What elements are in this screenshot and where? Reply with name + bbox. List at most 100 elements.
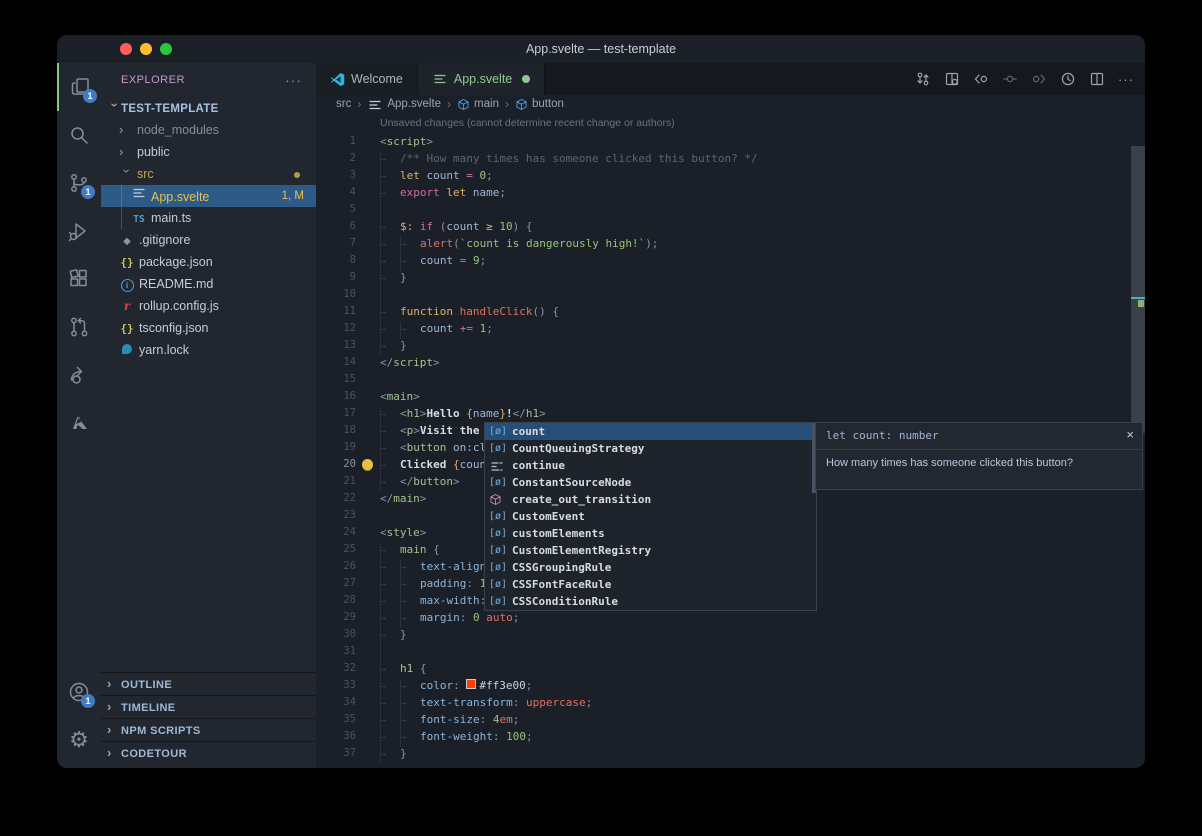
file-label: rollup.config.js xyxy=(139,299,219,313)
line-number: 11 xyxy=(316,303,356,320)
activity-item-run-debug[interactable] xyxy=(57,207,101,255)
breadcrumb-separator: › xyxy=(447,95,451,114)
line-number: 28 xyxy=(316,592,356,609)
line-number: 34 xyxy=(316,694,356,711)
code-line-7[interactable]: 7→→alert(`count is dangerously high!`); xyxy=(316,235,1145,252)
code-line-34[interactable]: 34→→text-transform: uppercase; xyxy=(316,694,1145,711)
tab-welcome[interactable]: Welcome xyxy=(316,63,418,95)
suggest-item-CustomEvent[interactable]: [ø]CustomEvent xyxy=(485,508,816,525)
tree-item-rollup-config-js[interactable]: rrollup.config.js xyxy=(101,295,316,317)
activity-item-search[interactable] xyxy=(57,111,101,159)
activity-item-extensions[interactable] xyxy=(57,255,101,303)
code-line-9[interactable]: 9→} xyxy=(316,269,1145,286)
code-line-4[interactable]: 4→export let name; xyxy=(316,184,1145,201)
section-codetour[interactable]: ›CODETOUR xyxy=(101,741,316,764)
section-outline[interactable]: ›OUTLINE xyxy=(101,672,316,695)
cube-icon xyxy=(515,98,528,111)
more-actions-button[interactable]: ··· xyxy=(1115,68,1137,90)
tree-item-app-svelte[interactable]: App.svelte1, M xyxy=(101,185,316,207)
tab-app-svelte[interactable]: App.svelte xyxy=(418,63,545,96)
split-editor-button[interactable] xyxy=(1086,68,1108,90)
activity-item-accounts[interactable]: 1 xyxy=(57,668,101,716)
tree-item-package-json[interactable]: {}package.json xyxy=(101,251,316,273)
tree-item-tsconfig-json[interactable]: {}tsconfig.json xyxy=(101,317,316,339)
previous-change-button[interactable] xyxy=(970,68,992,90)
activity-item-azure[interactable] xyxy=(57,399,101,447)
suggest-item-create_out_transition[interactable]: create_out_transition xyxy=(485,491,816,508)
suggest-item-CSSConditionRule[interactable]: [ø]CSSConditionRule xyxy=(485,593,816,610)
activity-item-github-pull-requests[interactable] xyxy=(57,303,101,351)
code-line-33[interactable]: 33→→color: #ff3e00; xyxy=(316,677,1145,694)
activity-item-source-control[interactable]: 1 xyxy=(57,159,101,207)
explorer-root-folder[interactable]: ›TEST-TEMPLATE xyxy=(101,97,316,119)
explorer-more-actions-button[interactable]: ··· xyxy=(285,63,302,97)
suggest-item-continue[interactable]: continue xyxy=(485,457,816,474)
compare-changes-button[interactable] xyxy=(912,68,934,90)
symbol-var-icon: [ø] xyxy=(489,542,507,559)
file-history-button[interactable] xyxy=(1057,68,1079,90)
activity-item-live-share[interactable] xyxy=(57,351,101,399)
tree-item-src[interactable]: ›src xyxy=(101,163,316,185)
file-label: main.ts xyxy=(151,211,191,225)
suggest-item-customElements[interactable]: [ø]customElements xyxy=(485,525,816,542)
chevron-right-icon: › xyxy=(107,742,121,764)
line-number: 18 xyxy=(316,422,356,439)
breadcrumb-item-main[interactable]: main xyxy=(457,95,499,114)
code-line-35[interactable]: 35→→font-size: 4em; xyxy=(316,711,1145,728)
breadcrumb-item-src[interactable]: src xyxy=(336,95,351,114)
breadcrumb-item-button[interactable]: button xyxy=(515,95,564,114)
tree-item-gitignore[interactable]: ◆.gitignore xyxy=(101,229,316,251)
close-icon[interactable]: × xyxy=(1126,427,1134,442)
code-line-29[interactable]: 29→→margin: 0 auto; xyxy=(316,609,1145,626)
suggest-item-CustomElementRegistry[interactable]: [ø]CustomElementRegistry xyxy=(485,542,816,559)
symbol-var-icon: [ø] xyxy=(489,559,507,576)
section-timeline[interactable]: ›TIMELINE xyxy=(101,695,316,718)
code-line-31[interactable]: 31 xyxy=(316,643,1145,660)
code-line-13[interactable]: 13→} xyxy=(316,337,1145,354)
code-line-12[interactable]: 12→→count += 1; xyxy=(316,320,1145,337)
code-line-17[interactable]: 17→<h1>Hello {name}!</h1> xyxy=(316,405,1145,422)
open-changes-button[interactable] xyxy=(941,68,963,90)
code-line-32[interactable]: 32→h1 { xyxy=(316,660,1145,677)
code-line-2[interactable]: 2→/** How many times has someone clicked… xyxy=(316,150,1145,167)
activity-bar: 11 1⚙ xyxy=(57,63,102,768)
breadcrumb-item-app-svelte[interactable]: App.svelte xyxy=(367,95,441,114)
suggest-item-ConstantSourceNode[interactable]: [ø]ConstantSourceNode xyxy=(485,474,816,491)
next-change-button[interactable] xyxy=(1028,68,1050,90)
symbol-var-icon: [ø] xyxy=(489,423,507,440)
code-line-36[interactable]: 36→→font-weight: 100; xyxy=(316,728,1145,745)
code-line-30[interactable]: 30→} xyxy=(316,626,1145,643)
suggest-item-CSSFontFaceRule[interactable]: [ø]CSSFontFaceRule xyxy=(485,576,816,593)
code-line-14[interactable]: 14</script> xyxy=(316,354,1145,371)
dirty-dot xyxy=(522,75,530,83)
suggest-item-count[interactable]: [ø]count xyxy=(485,423,816,440)
codelens-annotation[interactable]: Unsaved changes (cannot determine recent… xyxy=(316,114,1145,133)
current-change-button[interactable] xyxy=(999,68,1021,90)
code-line-16[interactable]: 16<main> xyxy=(316,388,1145,405)
code-line-5[interactable]: 5 xyxy=(316,201,1145,218)
lightbulb-icon[interactable] xyxy=(362,459,373,470)
activity-item-settings[interactable]: ⚙ xyxy=(57,716,101,764)
code-line-6[interactable]: 6→$: if (count ≥ 10) { xyxy=(316,218,1145,235)
badge: 1 xyxy=(83,89,97,103)
tree-item-main-ts[interactable]: TSmain.ts xyxy=(101,207,316,229)
section-npm-scripts[interactable]: ›NPM SCRIPTS xyxy=(101,718,316,741)
tree-item-yarn-lock[interactable]: yarn.lock xyxy=(101,339,316,361)
suggest-item-CountQueuingStrategy[interactable]: [ø]CountQueuingStrategy xyxy=(485,440,816,457)
code-line-1[interactable]: 1<script> xyxy=(316,133,1145,150)
tree-item-node_modules[interactable]: ›node_modules xyxy=(101,119,316,141)
activity-item-explorer[interactable]: 1 xyxy=(57,63,103,111)
tree-item-public[interactable]: ›public xyxy=(101,141,316,163)
code-line-11[interactable]: 11→function handleClick() { xyxy=(316,303,1145,320)
code-line-10[interactable]: 10 xyxy=(316,286,1145,303)
scrollbar-slider[interactable] xyxy=(1131,146,1145,433)
code-line-15[interactable]: 15 xyxy=(316,371,1145,388)
tree-item-readme-md[interactable]: iREADME.md xyxy=(101,273,316,295)
code-line-37[interactable]: 37→} xyxy=(316,745,1145,762)
azure-icon xyxy=(67,411,91,435)
color-swatch[interactable] xyxy=(466,679,476,689)
suggest-item-CSSGroupingRule[interactable]: [ø]CSSGroupingRule xyxy=(485,559,816,576)
code-line-3[interactable]: 3→let count = 0; xyxy=(316,167,1145,184)
line-number: 35 xyxy=(316,711,356,728)
code-line-8[interactable]: 8→→count = 9; xyxy=(316,252,1145,269)
